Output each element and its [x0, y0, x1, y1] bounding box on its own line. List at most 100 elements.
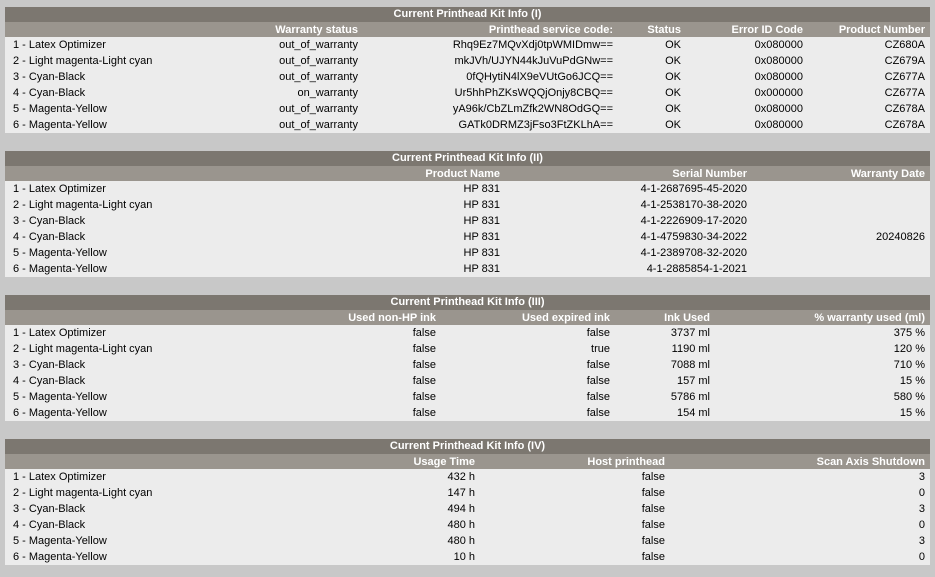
status-cell: OK — [665, 87, 681, 99]
table-row: 2 - Light magenta-Light cyan 147 h false… — [5, 485, 930, 501]
product-name-cell: HP 831 — [463, 215, 501, 227]
used-expired-ink-cell: true — [591, 343, 610, 355]
used-expired-ink-cell: false — [586, 327, 610, 339]
printhead-name-cell: 5 - Magenta-Yellow — [13, 535, 107, 547]
column-header-host-printhead: Host printhead — [480, 454, 670, 469]
column-header-printhead — [5, 310, 205, 325]
product-number-cell: CZ678A — [884, 119, 925, 131]
used-non-hp-ink-cell: false — [412, 391, 436, 403]
product-name-cell: HP 831 — [463, 183, 501, 195]
serial-number-cell: 4-1-2538170-38-2020 — [640, 199, 747, 211]
table-row: 3 - Cyan-Black false false 7088 ml 710 % — [5, 357, 930, 373]
serial-number-cell: 4-1-2226909-17-2020 — [640, 215, 747, 227]
printhead-name-cell: 1 - Latex Optimizer — [13, 327, 106, 339]
service-code-cell: Ur5hhPhZKsWQQjOnjy8CBQ== — [454, 87, 613, 99]
table-row: 2 - Light magenta-Light cyan out_of_warr… — [5, 53, 930, 69]
warranty-date-cell — [752, 261, 930, 277]
column-header-product-number: Product Number — [808, 22, 930, 37]
column-header-status: Status — [618, 22, 686, 37]
column-header-warranty-status: Warranty status — [205, 22, 363, 37]
warranty-date-cell — [752, 181, 930, 197]
table-header-row: Used non-HP ink Used expired ink Ink Use… — [5, 310, 930, 325]
ink-used-cell: 1190 ml — [671, 343, 710, 355]
printhead-name-cell: 1 - Latex Optimizer — [13, 183, 106, 195]
column-header-used-expired-ink: Used expired ink — [441, 310, 615, 325]
serial-number-cell: 4-1-2687695-45-2020 — [640, 183, 747, 195]
table-row: 5 - Magenta-Yellow false false 5786 ml 5… — [5, 389, 930, 405]
printhead-name-cell: 4 - Cyan-Black — [13, 87, 86, 99]
scan-axis-shutdown-cell: 3 — [918, 503, 925, 515]
used-expired-ink-cell: false — [586, 407, 610, 419]
table-header-row: Product Name Serial Number Warranty Date — [5, 166, 930, 181]
table-header-row: Warranty status Printhead service code: … — [5, 22, 930, 37]
table-header-row: Usage Time Host printhead Scan Axis Shut… — [5, 454, 930, 469]
printhead-kit-table-3: Used non-HP ink Used expired ink Ink Use… — [5, 310, 930, 421]
printhead-name-cell: 1 - Latex Optimizer — [13, 39, 106, 51]
status-cell: OK — [665, 119, 681, 131]
error-id-cell: 0x080000 — [754, 103, 803, 115]
column-header-printhead — [5, 22, 205, 37]
ink-used-cell: 3737 ml — [670, 327, 710, 339]
column-header-ink-used: Ink Used — [615, 310, 715, 325]
table-row: 3 - Cyan-Black out_of_warranty 0fQHytiN4… — [5, 69, 930, 85]
table-row: 1 - Latex Optimizer out_of_warranty Rhq9… — [5, 37, 930, 53]
status-cell: OK — [665, 103, 681, 115]
host-printhead-cell: false — [641, 551, 665, 563]
warranty-date-cell: 20240826 — [876, 231, 925, 243]
table-row: 3 - Cyan-Black 494 h false 3 — [5, 501, 930, 517]
printhead-name-cell: 2 - Light magenta-Light cyan — [13, 487, 153, 499]
host-printhead-cell: false — [641, 503, 665, 515]
service-code-cell: 0fQHytiN4lX9eVUtGo6JCQ== — [466, 71, 613, 83]
printhead-kit-info-panel-3: Current Printhead Kit Info (III) Used no… — [5, 295, 930, 421]
printhead-name-cell: 4 - Cyan-Black — [13, 231, 86, 243]
service-code-cell: Rhq9Ez7MQvXdj0tpWMIDmw== — [452, 39, 613, 51]
printhead-name-cell: 6 - Magenta-Yellow — [13, 407, 107, 419]
warranty-used-cell: 15 % — [899, 407, 925, 419]
host-printhead-cell: false — [641, 535, 665, 547]
warranty-used-cell: 15 % — [899, 375, 925, 387]
product-number-cell: CZ678A — [884, 103, 925, 115]
scan-axis-shutdown-cell: 0 — [918, 551, 925, 563]
error-id-cell: 0x000000 — [754, 87, 803, 99]
host-printhead-cell: false — [641, 487, 665, 499]
warranty-used-cell: 120 % — [893, 343, 925, 355]
printhead-kit-table-4: Usage Time Host printhead Scan Axis Shut… — [5, 454, 930, 565]
product-name-cell: HP 831 — [463, 199, 501, 211]
panel-title: Current Printhead Kit Info (IV) — [5, 439, 930, 454]
warranty-used-cell: 375 % — [893, 327, 925, 339]
table-row: 3 - Cyan-Black HP 831 4-1-2226909-17-202… — [5, 213, 930, 229]
used-expired-ink-cell: false — [586, 391, 610, 403]
printhead-kit-info-panel-1: Current Printhead Kit Info (I) Warranty … — [5, 7, 930, 133]
column-header-warranty-used: % warranty used (ml) — [715, 310, 930, 325]
column-header-serial-number: Serial Number — [505, 166, 752, 181]
product-number-cell: CZ679A — [884, 55, 925, 67]
printhead-name-cell: 6 - Magenta-Yellow — [13, 551, 107, 563]
service-code-cell: GATk0DRMZ3jFso3FtZKLhA== — [458, 119, 613, 131]
column-header-error-id-code: Error ID Code — [686, 22, 808, 37]
warranty-status-cell: out_of_warranty — [279, 39, 358, 51]
ink-used-cell: 5786 ml — [670, 391, 710, 403]
warranty-date-cell — [752, 245, 930, 261]
product-name-cell: HP 831 — [463, 247, 501, 259]
column-header-used-non-hp-ink: Used non-HP ink — [205, 310, 441, 325]
scan-axis-shutdown-cell: 0 — [918, 487, 925, 499]
used-non-hp-ink-cell: false — [412, 343, 436, 355]
used-non-hp-ink-cell: false — [412, 359, 436, 371]
error-id-cell: 0x080000 — [754, 119, 803, 131]
column-header-product-name: Product Name — [205, 166, 505, 181]
printhead-name-cell: 1 - Latex Optimizer — [13, 471, 106, 483]
printhead-name-cell: 4 - Cyan-Black — [13, 519, 86, 531]
table-row: 1 - Latex Optimizer HP 831 4-1-2687695-4… — [5, 181, 930, 197]
product-number-cell: CZ677A — [884, 71, 925, 83]
used-expired-ink-cell: false — [586, 375, 610, 387]
printhead-name-cell: 2 - Light magenta-Light cyan — [13, 343, 153, 355]
status-cell: OK — [665, 71, 681, 83]
usage-time-cell: 480 h — [447, 535, 475, 547]
printhead-name-cell: 5 - Magenta-Yellow — [13, 103, 107, 115]
printhead-name-cell: 4 - Cyan-Black — [13, 375, 86, 387]
used-expired-ink-cell: false — [586, 359, 610, 371]
table-row: 5 - Magenta-Yellow 480 h false 3 — [5, 533, 930, 549]
serial-number-cell: 4-1-2389708-32-2020 — [640, 247, 747, 259]
product-number-cell: CZ680A — [884, 39, 925, 51]
usage-time-cell: 480 h — [447, 519, 475, 531]
